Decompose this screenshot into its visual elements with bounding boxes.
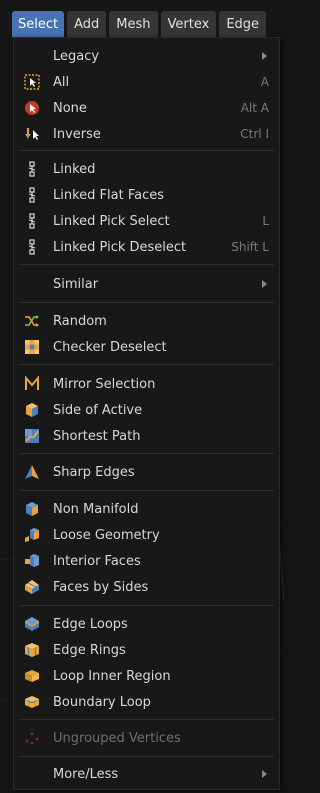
menu-item-ungrouped-vertices: Ungrouped Vertices	[14, 725, 279, 751]
submenu-arrow-icon	[262, 770, 267, 778]
submenu-arrow-icon	[262, 52, 267, 60]
shortest-path-icon	[24, 428, 40, 444]
menu-item-label: Non Manifold	[53, 501, 139, 517]
menu-item-similar[interactable]: Similar	[14, 271, 279, 297]
menu-item-edge-rings[interactable]: Edge Rings	[14, 637, 279, 663]
menu-item-label: Similar	[53, 276, 99, 292]
menu-item-label: Mirror Selection	[53, 376, 156, 392]
faces-by-sides-icon	[24, 579, 40, 595]
submenu-arrow-icon	[262, 280, 267, 288]
menu-item-legacy[interactable]: Legacy	[14, 43, 279, 69]
menu-item-label: Linked Flat Faces	[53, 187, 164, 203]
menu-item-random[interactable]: Random	[14, 308, 279, 334]
menu-item-label: Shortest Path	[53, 428, 141, 444]
menu-item-label: Ungrouped Vertices	[53, 730, 181, 746]
shortcut-label: Ctrl I	[240, 127, 269, 141]
menu-item-inverse[interactable]: Inverse Ctrl I	[14, 121, 279, 147]
interior-faces-icon	[24, 553, 40, 569]
menu-item-boundary-loop[interactable]: Boundary Loop	[14, 689, 279, 715]
menu-item-non-manifold[interactable]: Non Manifold	[14, 496, 279, 522]
menu-item-checker-deselect[interactable]: Checker Deselect	[14, 334, 279, 360]
linked-icon	[24, 239, 40, 255]
tab-add[interactable]: Add	[67, 11, 107, 37]
menu-item-label: More/Less	[53, 766, 119, 782]
select-dropdown-menu: Legacy All A None Alt A Inverse Ctrl I L…	[13, 37, 280, 790]
shortcut-label: Shift L	[231, 240, 269, 254]
linked-icon	[24, 161, 40, 177]
menu-item-label: Loop Inner Region	[53, 668, 171, 684]
shortcut-label: L	[262, 214, 269, 228]
menu-item-none[interactable]: None Alt A	[14, 95, 279, 121]
menu-item-label: Random	[53, 313, 107, 329]
menu-item-more-less[interactable]: More/Less	[14, 761, 279, 787]
tab-edge[interactable]: Edge	[219, 11, 267, 37]
menu-item-edge-loops[interactable]: Edge Loops	[14, 611, 279, 637]
select-none-icon	[24, 100, 40, 116]
menu-separator	[19, 150, 274, 151]
menu-item-label: Checker Deselect	[53, 339, 167, 355]
menu-item-sharp-edges[interactable]: Sharp Edges	[14, 459, 279, 485]
menu-item-label: Interior Faces	[53, 553, 141, 569]
menu-item-all[interactable]: All A	[14, 69, 279, 95]
menu-item-label: Linked Pick Select	[53, 213, 170, 229]
menu-item-label: Linked Pick Deselect	[53, 239, 187, 255]
vertex-group-icon	[24, 730, 40, 746]
menu-item-label: Faces by Sides	[53, 579, 149, 595]
linked-icon	[24, 213, 40, 229]
menu-item-side-of-active[interactable]: Side of Active	[14, 397, 279, 423]
cube-icon	[24, 402, 40, 418]
mirror-icon	[24, 376, 40, 392]
menu-item-label: None	[53, 100, 87, 116]
menu-separator	[19, 302, 274, 303]
shortcut-label: A	[260, 75, 269, 89]
menu-item-linked-flat-faces[interactable]: Linked Flat Faces	[14, 182, 279, 208]
header-menubar: Select Add Mesh Vertex Edge	[12, 11, 284, 37]
menu-item-shortest-path[interactable]: Shortest Path	[14, 423, 279, 449]
menu-item-label: Edge Loops	[53, 616, 128, 632]
shortcut-label: Alt A	[240, 101, 269, 115]
select-all-icon	[24, 74, 40, 90]
random-icon	[24, 313, 40, 329]
menu-item-label: Inverse	[53, 126, 101, 142]
edge-loops-icon	[24, 616, 40, 632]
checker-icon	[24, 339, 40, 355]
menu-item-loose-geometry[interactable]: Loose Geometry	[14, 522, 279, 548]
menu-separator	[19, 264, 274, 265]
menu-item-label: All	[53, 74, 70, 90]
menu-item-label: Sharp Edges	[53, 464, 135, 480]
menu-separator	[19, 490, 274, 491]
menu-item-interior-faces[interactable]: Interior Faces	[14, 548, 279, 574]
boundary-loop-icon	[24, 694, 40, 710]
loose-geometry-icon	[24, 527, 40, 543]
menu-separator	[19, 364, 274, 365]
menu-item-loop-inner-region[interactable]: Loop Inner Region	[14, 663, 279, 689]
menu-separator	[19, 605, 274, 606]
edge-rings-icon	[24, 642, 40, 658]
menu-separator	[19, 453, 274, 454]
non-manifold-icon	[24, 501, 40, 517]
menu-item-linked-pick-deselect[interactable]: Linked Pick Deselect Shift L	[14, 234, 279, 260]
menu-item-label: Side of Active	[53, 402, 143, 418]
sharp-edges-icon	[24, 464, 40, 480]
menu-item-label: Linked	[53, 161, 96, 177]
linked-icon	[24, 187, 40, 203]
tab-select[interactable]: Select	[12, 11, 65, 37]
menu-item-label: Boundary Loop	[53, 694, 151, 710]
menu-item-mirror-selection[interactable]: Mirror Selection	[14, 371, 279, 397]
tab-mesh[interactable]: Mesh	[109, 11, 158, 37]
menu-item-linked-pick-select[interactable]: Linked Pick Select L	[14, 208, 279, 234]
3d-viewport[interactable]: Select Add Mesh Vertex Edge Legacy All A	[0, 0, 284, 793]
tab-vertex[interactable]: Vertex	[160, 11, 217, 37]
menu-item-faces-by-sides[interactable]: Faces by Sides	[14, 574, 279, 600]
select-inverse-icon	[24, 126, 40, 142]
menu-separator	[19, 756, 274, 757]
loop-inner-region-icon	[24, 668, 40, 684]
menu-item-linked[interactable]: Linked	[14, 156, 279, 182]
menu-item-label: Edge Rings	[53, 642, 126, 658]
menu-item-label: Legacy	[53, 48, 100, 64]
menu-separator	[19, 719, 274, 720]
menu-item-label: Loose Geometry	[53, 527, 160, 543]
